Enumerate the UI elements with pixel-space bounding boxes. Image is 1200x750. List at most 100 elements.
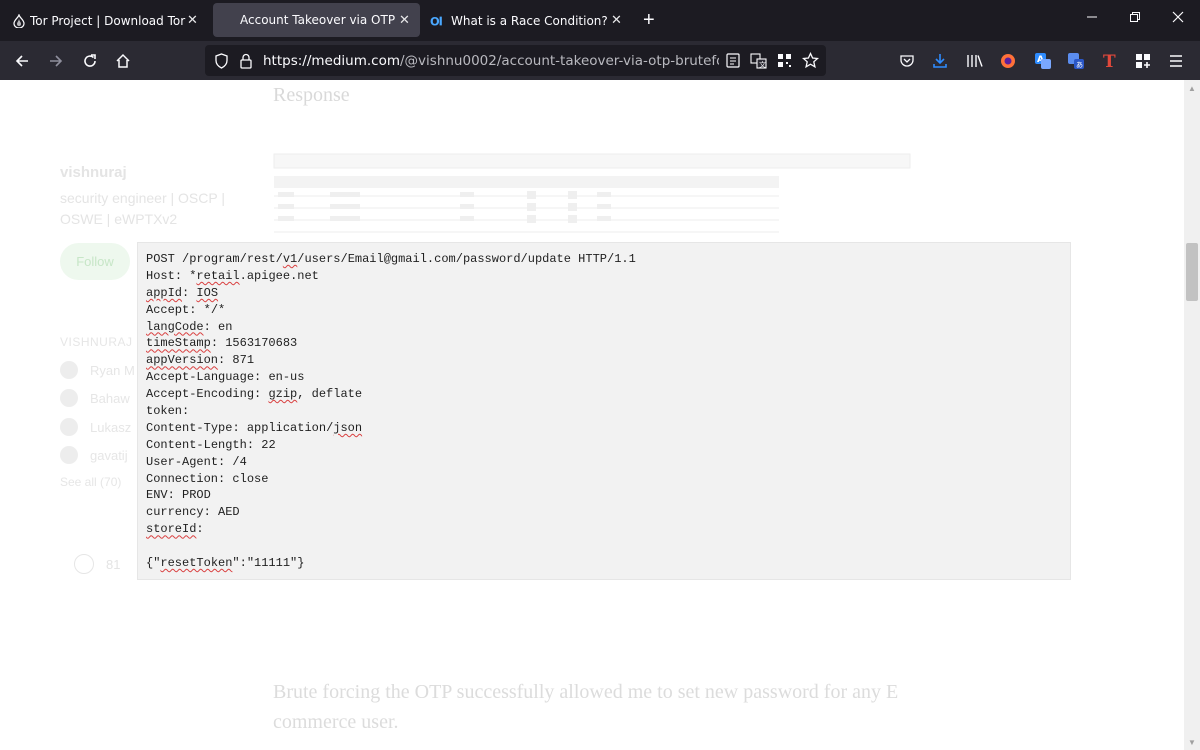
- translate-extension-icon: あ: [1068, 53, 1084, 69]
- tracking-protection-shield-icon[interactable]: [214, 53, 229, 74]
- section-heading: Response: [273, 84, 350, 106]
- following-item[interactable]: Lukasz: [60, 417, 131, 437]
- download-icon: [933, 54, 947, 68]
- code-line: Connection: close: [146, 471, 269, 486]
- back-arrow-icon: [15, 55, 28, 67]
- navigation-toolbar: https://medium.com/@vishnu0002/account-t…: [0, 41, 1200, 80]
- code-line: appVersion: 871: [146, 353, 255, 368]
- avatar: [60, 446, 78, 464]
- following-item[interactable]: gavatij: [60, 445, 128, 465]
- code-line: storeId:: [146, 522, 204, 537]
- code-line: langCode: en: [146, 319, 233, 334]
- tab-race-condition[interactable]: O What is a Race Condition? | Vera ✕: [420, 0, 626, 41]
- tab-label: Account Takeover via OTP Brute: [240, 13, 398, 27]
- code-line: token:: [146, 404, 190, 419]
- code-line: Accept-Language: en-us: [146, 370, 305, 385]
- veracode-icon: O: [430, 14, 444, 28]
- reload-button[interactable]: [78, 49, 102, 73]
- scroll-up-arrow-icon[interactable]: ▲: [1188, 84, 1196, 93]
- app-menu-button[interactable]: [1164, 49, 1188, 73]
- http-request-code-block: POST /program/rest/v1/users/Email@gmail.…: [137, 242, 1071, 580]
- svg-text:文: 文: [759, 60, 766, 69]
- forward-button[interactable]: [44, 49, 68, 73]
- following-name: Ryan M: [90, 362, 135, 378]
- tab-bar: Tor Project | Download Tor Brow ✕ Accoun…: [0, 0, 1200, 41]
- code-line: User-Agent: /4: [146, 454, 247, 469]
- code-line: Content-Type: application/json: [146, 420, 363, 435]
- code-line: timeStamp: 1563170683: [146, 336, 298, 351]
- lock-icon[interactable]: [239, 53, 253, 74]
- author-bio: security engineer | OSCP | OSWE | eWPTXv…: [60, 190, 225, 227]
- url-host: https://medium.com: [263, 53, 400, 69]
- minimize-button[interactable]: [1086, 11, 1098, 26]
- translator-extension-button[interactable]: A: [1031, 49, 1055, 73]
- translate-icon[interactable]: 文: [750, 53, 768, 74]
- downloads-button[interactable]: [928, 49, 952, 73]
- avatar: [60, 418, 78, 436]
- extension-firefox-button[interactable]: [996, 49, 1020, 73]
- reader-view-icon[interactable]: [726, 53, 740, 73]
- extensions-button[interactable]: [1131, 49, 1155, 73]
- clap-count: 81: [106, 556, 121, 572]
- tab-tor-project[interactable]: Tor Project | Download Tor Brow ✕: [0, 0, 206, 41]
- close-icon[interactable]: ✕: [399, 13, 410, 28]
- translate-extension-button[interactable]: あ: [1064, 49, 1088, 73]
- code-line: Content-Length: 22: [146, 437, 276, 452]
- scrollbar-thumb[interactable]: [1186, 243, 1198, 301]
- code-line: {"resetToken":"11111"}: [146, 556, 305, 571]
- avatar: [60, 361, 78, 379]
- library-button[interactable]: [963, 49, 987, 73]
- home-button[interactable]: [111, 49, 135, 73]
- tab-account-takeover[interactable]: Account Takeover via OTP Brute ✕: [213, 3, 420, 37]
- back-button[interactable]: [10, 49, 34, 73]
- following-item[interactable]: Ryan M: [60, 360, 135, 380]
- follow-button[interactable]: Follow: [60, 243, 130, 280]
- bookmark-star-icon[interactable]: [801, 51, 820, 74]
- vertical-scrollbar[interactable]: ▲ ▼: [1184, 80, 1200, 750]
- restore-button[interactable]: [1129, 11, 1141, 26]
- scroll-down-arrow-icon[interactable]: ▼: [1188, 738, 1196, 747]
- close-window-button[interactable]: [1172, 11, 1184, 26]
- svg-text:T: T: [1103, 52, 1116, 70]
- code-line: Accept-Encoding: gzip, deflate: [146, 387, 363, 402]
- t-letter-icon: T: [1103, 52, 1116, 70]
- pocket-button[interactable]: [895, 49, 919, 73]
- pocket-icon: [900, 55, 914, 67]
- code-line: ENV: PROD: [146, 488, 211, 503]
- code-line: Host: *retail.apigee.net: [146, 268, 319, 283]
- code-line: Accept: */*: [146, 302, 226, 317]
- url-bar[interactable]: https://medium.com/@vishnu0002/account-t…: [205, 45, 826, 76]
- firefox-extension-icon: [1001, 54, 1015, 68]
- see-all-link[interactable]: See all (70): [60, 475, 121, 489]
- avatar: [60, 389, 78, 407]
- following-name: gavatij: [90, 447, 128, 463]
- code-line: appId: IOS: [146, 285, 219, 300]
- library-icon: [967, 55, 983, 67]
- qr-code-icon[interactable]: [777, 53, 792, 73]
- page-content: Response vishnuraj security engineer | O…: [0, 80, 1184, 750]
- onion-icon: [12, 13, 26, 28]
- tab-label: What is a Race Condition? | Vera: [451, 13, 611, 28]
- extensions-grid-icon: [1136, 54, 1150, 68]
- author-name[interactable]: vishnuraj: [60, 164, 127, 181]
- following-name: Lukasz: [90, 419, 132, 435]
- close-icon[interactable]: ✕: [611, 13, 622, 28]
- new-tab-button[interactable]: +: [643, 10, 655, 30]
- translator-icon: A: [1035, 53, 1051, 69]
- article-paragraph: Brute forcing the OTP successfully allow…: [273, 681, 899, 733]
- code-line: currency: AED: [146, 505, 240, 520]
- url-path: /@vishnu0002/account-takeover-via-otp-br…: [400, 53, 719, 69]
- clap-icon: [74, 554, 94, 574]
- forward-arrow-icon: [50, 55, 63, 67]
- svg-text:あ: あ: [1076, 61, 1083, 69]
- close-icon[interactable]: ✕: [187, 13, 198, 28]
- svg-text:O: O: [430, 14, 440, 28]
- reload-icon: [84, 54, 96, 67]
- home-icon: [116, 53, 130, 68]
- clap-button[interactable]: 81: [74, 554, 120, 574]
- following-name: Bahaw: [90, 390, 130, 406]
- url-text[interactable]: https://medium.com/@vishnu0002/account-t…: [263, 53, 719, 69]
- following-item[interactable]: Bahaw: [60, 388, 130, 408]
- t-extension-button[interactable]: T: [1097, 49, 1121, 73]
